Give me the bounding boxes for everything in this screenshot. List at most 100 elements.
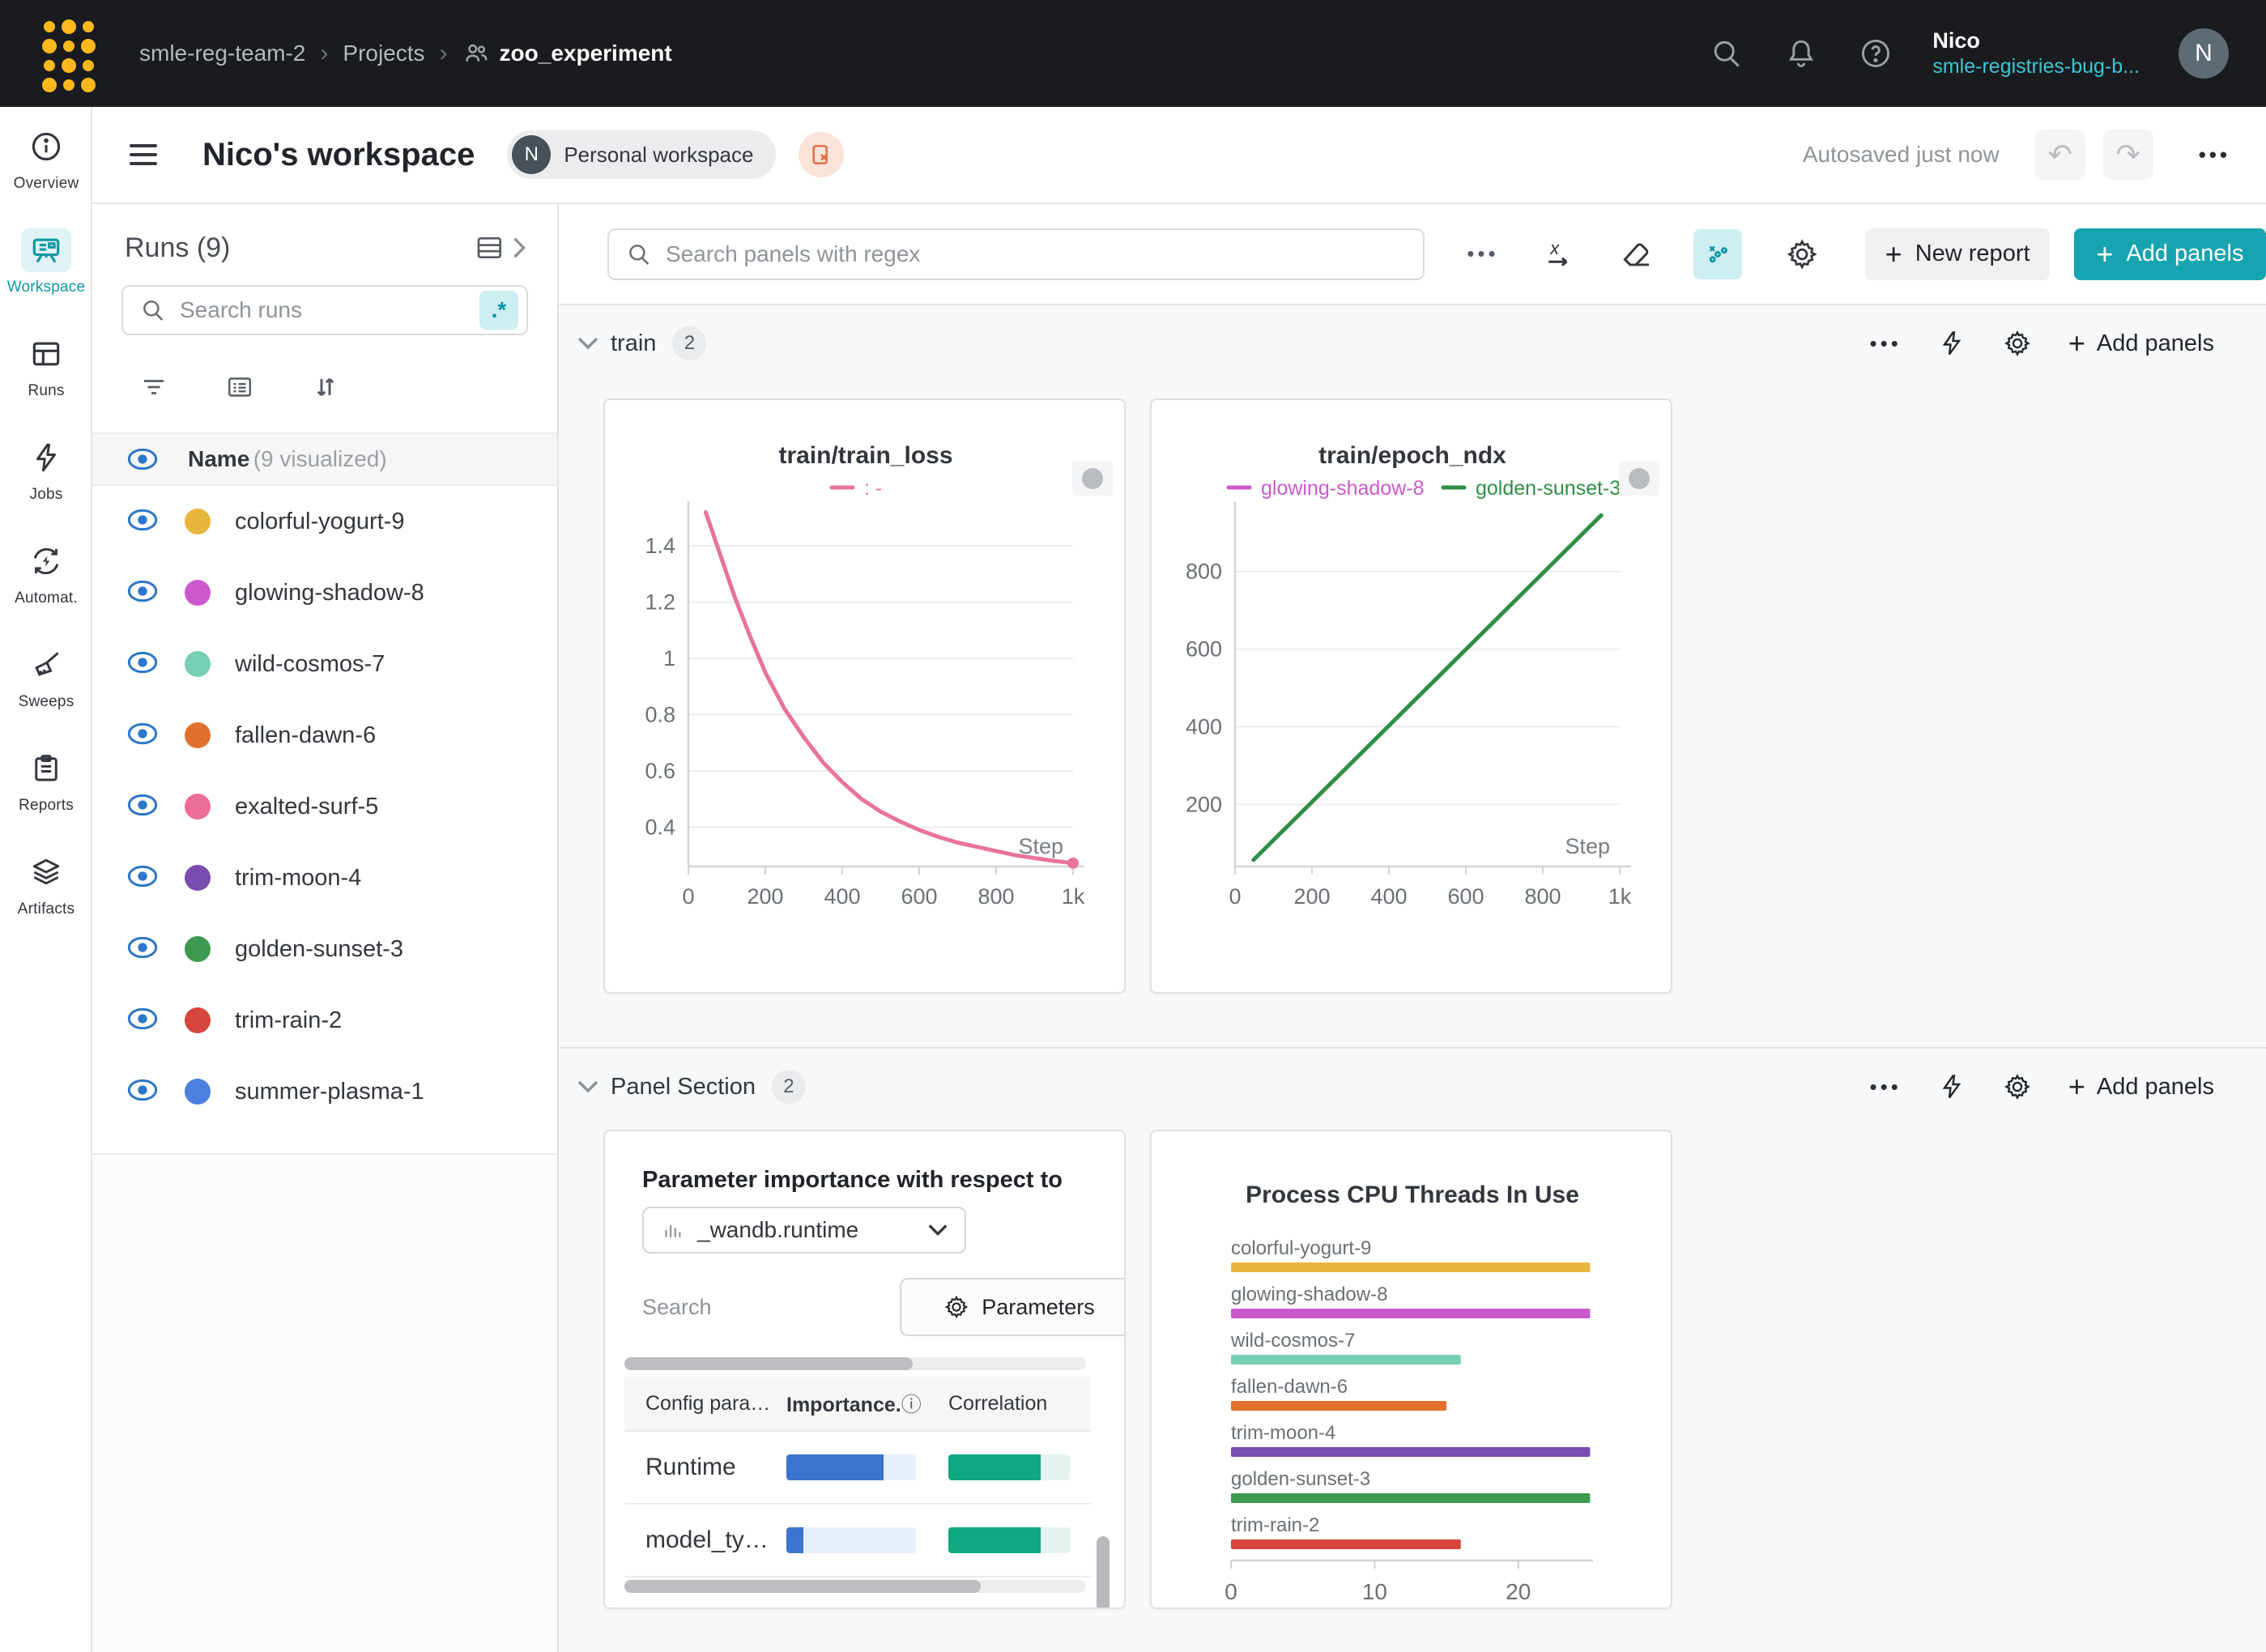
wandb-logo[interactable] [42, 19, 94, 87]
settings-gear-icon[interactable] [1784, 236, 1820, 273]
runs-sidebar-column: Runs (9) .* [92, 204, 559, 1652]
quick-add-zap-icon[interactable] [1937, 1072, 1966, 1101]
group-list-icon[interactable] [224, 373, 256, 402]
run-row[interactable]: wild-cosmos-7 [92, 628, 557, 700]
workspace-menu-button[interactable]: ••• [2199, 143, 2230, 168]
visibility-eye-icon[interactable] [126, 936, 159, 963]
x-axis-settings-icon[interactable]: x [1541, 236, 1577, 273]
run-row[interactable]: colorful-yogurt-9 [92, 486, 557, 557]
section-menu-button[interactable]: ••• [1870, 1075, 1902, 1100]
autosave-status: Autosaved just now [1803, 142, 2000, 168]
panels-toolbar: ••• x +New report +Add panels [559, 204, 2266, 304]
sidebar-item-reports[interactable]: Reports [0, 729, 92, 832]
panel-train-loss[interactable]: train/train_loss: -0.40.60.811.21.402004… [603, 398, 1126, 994]
panel-run-indicator[interactable] [1619, 462, 1659, 496]
breadcrumb: smle-reg-team-2 › Projects › zoo_experim… [139, 40, 672, 67]
new-report-button[interactable]: +New report [1865, 228, 2050, 280]
user-menu[interactable]: Nico smle-registries-bug-b... [1932, 28, 2140, 80]
breadcrumb-projects[interactable]: Projects [343, 40, 424, 66]
sidebar-item-overview[interactable]: Overview [0, 107, 92, 211]
section-add-panels-button[interactable]: +Add panels [2068, 326, 2214, 360]
visibility-eye-icon[interactable] [126, 580, 159, 607]
user-org-link[interactable]: smle-registries-bug-b... [1932, 54, 2140, 79]
undo-button[interactable]: ↶ [2035, 130, 2085, 180]
visibility-eye-icon[interactable] [126, 651, 159, 678]
reset-workspace-icon[interactable] [799, 132, 844, 177]
section-menu-button[interactable]: ••• [1870, 331, 1902, 356]
svg-text:x: x [1549, 238, 1560, 258]
sidebar-item-workspace[interactable]: Workspace [0, 211, 92, 314]
bar-chart-icon [660, 1218, 684, 1242]
filter-icon[interactable] [138, 373, 170, 402]
chevron-down-icon[interactable] [577, 335, 599, 351]
search-icon[interactable] [1709, 36, 1744, 71]
sidebar-item-automat[interactable]: Automat. [0, 522, 92, 625]
runs-search-input[interactable] [180, 297, 479, 323]
panel-run-indicator[interactable] [1072, 462, 1113, 496]
eraser-icon[interactable] [1619, 236, 1655, 273]
svg-text:0: 0 [682, 884, 694, 909]
collapse-sidebar-icon[interactable] [130, 144, 157, 165]
workspace-badge[interactable]: N Personal workspace [507, 130, 776, 179]
svg-text:0: 0 [1225, 1579, 1237, 1604]
notifications-bell-icon[interactable] [1783, 36, 1819, 71]
sidebar-item-sweeps[interactable]: Sweeps [0, 625, 92, 729]
table-horizontal-scrollbar[interactable] [624, 1357, 1086, 1370]
svg-text:1.4: 1.4 [645, 534, 675, 558]
user-avatar[interactable]: N [2179, 28, 2229, 79]
breadcrumb-project[interactable]: zoo_experiment [462, 40, 672, 67]
breadcrumb-separator: › [440, 40, 448, 67]
panel-parameter-importance[interactable]: Parameter importance with respect to _wa… [603, 1130, 1126, 1609]
user-name: Nico [1932, 28, 2140, 55]
visibility-eye-icon[interactable] [126, 722, 159, 749]
param-table-row[interactable]: Runtime [624, 1432, 1091, 1505]
panel-search-input[interactable] [666, 241, 1423, 267]
visibility-eye-icon[interactable] [126, 1007, 159, 1034]
sidebar-item-jobs[interactable]: Jobs [0, 418, 92, 522]
scatter-mode-button[interactable] [1693, 229, 1742, 279]
panel-horizontal-scrollbar[interactable] [624, 1580, 1086, 1593]
section-name[interactable]: train [611, 330, 656, 357]
metric-select-dropdown[interactable]: _wandb.runtime [642, 1207, 966, 1254]
breadcrumb-team[interactable]: smle-reg-team-2 [139, 40, 305, 66]
param-search-placeholder[interactable]: Search [642, 1295, 712, 1320]
panels-menu-button[interactable]: ••• [1467, 241, 1498, 266]
run-name: exalted-surf-5 [235, 794, 378, 820]
visibility-eye-icon[interactable] [126, 865, 159, 892]
section-panel-section: Panel Section 2 ••• +Add panels Paramete… [559, 1047, 2266, 1652]
section-settings-gear-icon[interactable] [2002, 328, 2033, 359]
run-row[interactable]: golden-sunset-3 [92, 913, 557, 985]
visibility-eye-icon[interactable] [126, 1079, 159, 1105]
expand-runs-table-button[interactable] [473, 232, 528, 264]
help-icon[interactable] [1858, 36, 1893, 71]
sidebar-item-artifacts[interactable]: Artifacts [0, 832, 92, 936]
runs-panel: Runs (9) .* [92, 204, 557, 1155]
run-row[interactable]: trim-rain-2 [92, 985, 557, 1056]
run-row[interactable]: summer-plasma-1 [92, 1056, 557, 1127]
run-color-dot [185, 865, 211, 891]
run-row[interactable]: glowing-shadow-8 [92, 557, 557, 628]
redo-button[interactable]: ↷ [2103, 130, 2153, 180]
run-row[interactable]: exalted-surf-5 [92, 771, 557, 842]
panel-epoch-ndx[interactable]: train/epoch_ndxglowing-shadow-8golden-su… [1150, 398, 1672, 994]
visibility-eye-icon[interactable] [126, 509, 159, 535]
visibility-eye-icon[interactable] [126, 448, 159, 470]
run-row[interactable]: fallen-dawn-6 [92, 700, 557, 771]
sidebar-item-runs[interactable]: Runs [0, 314, 92, 418]
chevron-down-icon[interactable] [577, 1079, 599, 1095]
run-row[interactable]: trim-moon-4 [92, 842, 557, 913]
section-name[interactable]: Panel Section [611, 1074, 756, 1101]
sort-icon[interactable] [309, 371, 342, 403]
add-panels-button[interactable]: +Add panels [2074, 228, 2266, 280]
section-settings-gear-icon[interactable] [2002, 1071, 2033, 1102]
regex-toggle-button[interactable]: .* [479, 291, 518, 330]
table-vertical-scrollbar[interactable] [1097, 1536, 1110, 1609]
clipboard-icon [21, 747, 71, 790]
visibility-eye-icon[interactable] [126, 794, 159, 820]
panel-cpu-threads[interactable]: Process CPU Threads In Usecolorful-yogur… [1150, 1130, 1672, 1609]
svg-text:glowing-shadow-8: glowing-shadow-8 [1231, 1284, 1387, 1305]
quick-add-zap-icon[interactable] [1937, 329, 1966, 358]
parameters-toggle-button[interactable]: Parameters [900, 1278, 1126, 1336]
section-add-panels-button[interactable]: +Add panels [2068, 1070, 2214, 1104]
param-table-row[interactable]: model_ty… [624, 1505, 1091, 1577]
